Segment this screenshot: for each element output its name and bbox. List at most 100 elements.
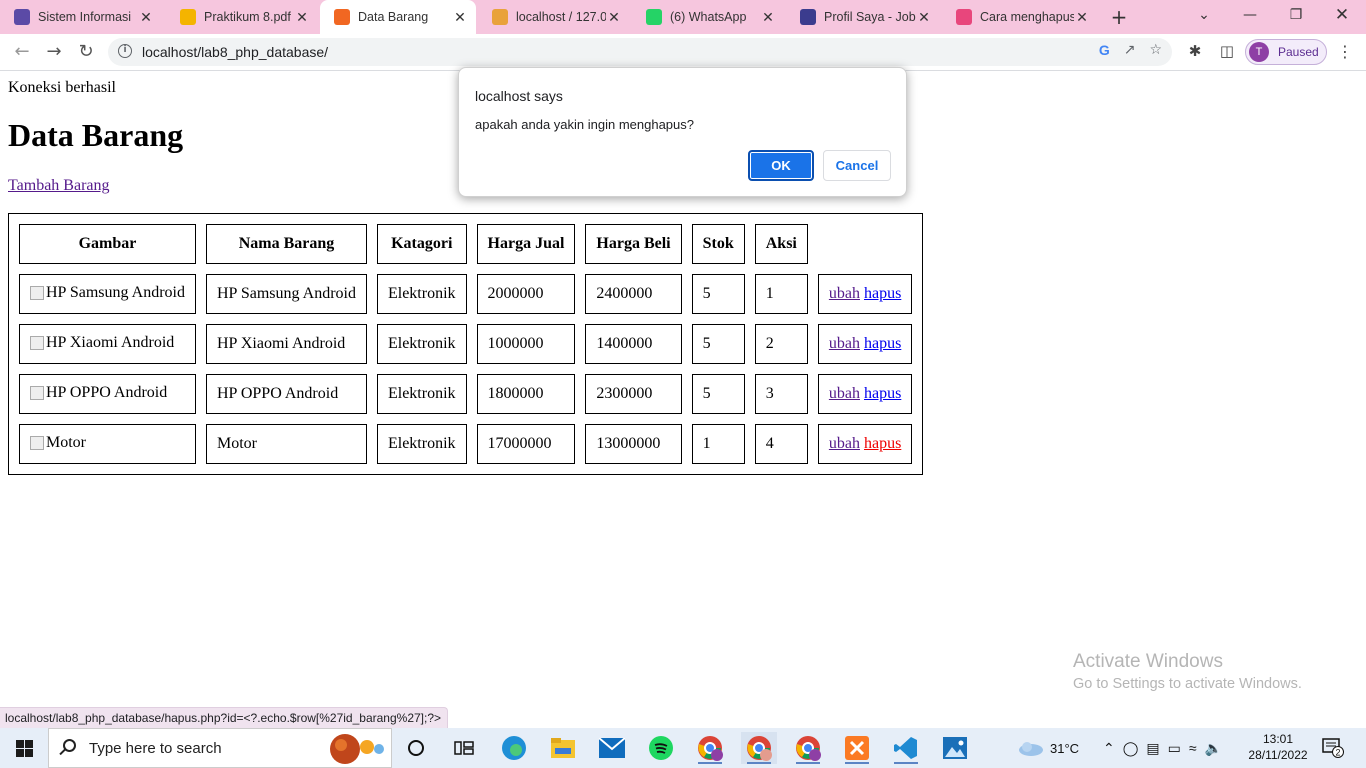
browser-tab[interactable]: (6) WhatsApp ✕	[632, 0, 784, 34]
spotify-icon[interactable]	[643, 732, 679, 764]
bookmark-star-icon[interactable]: ☆	[1149, 42, 1162, 58]
delete-link[interactable]: hapus	[864, 285, 901, 302]
items-table: Gambar Nama Barang Katagori Harga Jual H…	[8, 213, 924, 475]
battery-icon[interactable]: ▭	[1168, 740, 1181, 757]
edge-icon[interactable]	[496, 732, 532, 764]
status-bar-url: localhost/lab8_php_database/hapus.php?id…	[0, 707, 449, 729]
connection-status: Koneksi berhasil	[8, 79, 116, 96]
edit-link[interactable]: ubah	[829, 285, 860, 302]
tab-close-icon[interactable]: ✕	[606, 9, 622, 26]
cell-katagori: Elektronik	[376, 374, 467, 414]
tab-favicon-icon	[180, 9, 196, 25]
google-translate-icon[interactable]: G	[1099, 42, 1110, 58]
chrome-profile-2-icon[interactable]	[741, 732, 777, 764]
taskbar-search[interactable]: Type here to search	[48, 728, 392, 768]
wifi-icon[interactable]: ≈	[1189, 740, 1197, 756]
notification-center-icon[interactable]: 2	[1322, 738, 1344, 758]
site-info-icon[interactable]: i	[118, 44, 132, 58]
browser-tab[interactable]: Sistem Informasi ✕	[0, 0, 162, 34]
cell-aksi: ubah hapus	[817, 324, 913, 364]
tab-title: Sistem Informasi	[38, 10, 132, 24]
forward-icon[interactable]: →	[41, 39, 67, 65]
browser-tab[interactable]: Data Barang ✕	[320, 0, 476, 34]
tab-close-icon[interactable]: ✕	[760, 9, 776, 26]
chrome-profile-1-icon[interactable]	[692, 732, 728, 764]
cell-id: 1	[754, 274, 808, 314]
cell-harga-jual: 1000000	[476, 324, 576, 364]
tab-close-icon[interactable]: ✕	[452, 9, 468, 26]
xampp-icon[interactable]	[839, 732, 875, 764]
tab-favicon-icon	[956, 9, 972, 25]
cell-nama-barang: HP OPPO Android	[205, 374, 367, 414]
dialog-title: localhost says	[475, 88, 563, 104]
tab-close-icon[interactable]: ✕	[294, 9, 310, 26]
tab-close-icon[interactable]: ✕	[916, 9, 932, 26]
cell-katagori: Elektronik	[376, 324, 467, 364]
ok-button[interactable]: OK	[748, 150, 814, 181]
profile-button[interactable]: T Paused	[1245, 39, 1327, 65]
extensions-icon[interactable]: ✱	[1185, 42, 1205, 60]
task-view-icon[interactable]	[446, 732, 482, 764]
browser-tab[interactable]: localhost / 127.0 ✕	[478, 0, 630, 34]
back-icon[interactable]: ←	[9, 39, 35, 65]
header-katagori: Katagori	[376, 224, 467, 264]
cell-stok: 1	[691, 424, 745, 464]
tab-close-icon[interactable]: ✕	[138, 9, 154, 26]
table-header-row: Gambar Nama Barang Katagori Harga Jual H…	[19, 224, 912, 264]
mail-icon[interactable]	[594, 732, 630, 764]
vscode-icon[interactable]	[888, 732, 924, 764]
speaker-phone-icon[interactable]: ▤	[1146, 740, 1159, 757]
edit-link[interactable]: ubah	[829, 435, 860, 452]
image-alt-text: HP Samsung Android	[46, 283, 185, 301]
address-url[interactable]: localhost/lab8_php_database/	[142, 44, 328, 60]
tab-favicon-icon	[800, 9, 816, 25]
volume-icon[interactable]: 🔈	[1205, 740, 1222, 757]
cell-katagori: Elektronik	[376, 424, 467, 464]
chrome-profile-3-icon[interactable]	[790, 732, 826, 764]
photos-icon[interactable]	[937, 732, 973, 764]
profile-status: Paused	[1278, 45, 1319, 59]
broken-image: HP Samsung Android	[30, 284, 185, 302]
cell-harga-beli: 2300000	[585, 374, 682, 414]
weather-widget[interactable]: 31°C	[1016, 728, 1079, 768]
clock[interactable]: 13:01 28/11/2022	[1248, 731, 1308, 763]
tab-close-icon[interactable]: ✕	[1074, 9, 1090, 26]
delete-link[interactable]: hapus	[864, 335, 901, 352]
tab-favicon-icon	[646, 9, 662, 25]
image-alt-text: Motor	[46, 433, 86, 451]
share-icon[interactable]: ↗	[1124, 42, 1136, 58]
browser-tab[interactable]: Cara menghapus ✕	[942, 0, 1098, 34]
cortana-icon[interactable]	[398, 732, 434, 764]
restore-button[interactable]: ❐	[1273, 0, 1319, 30]
browser-tab[interactable]: Profil Saya - Jobs ✕	[786, 0, 940, 34]
broken-image-icon	[30, 285, 44, 300]
cell-nama-barang: Motor	[205, 424, 367, 464]
delete-link[interactable]: hapus	[864, 435, 901, 452]
menu-icon[interactable]: ⋮	[1335, 42, 1355, 61]
browser-tab[interactable]: Praktikum 8.pdf - ✕	[166, 0, 318, 34]
new-tab-button[interactable]: +	[1108, 6, 1130, 28]
side-panel-icon[interactable]: ◫	[1217, 42, 1237, 60]
edit-link[interactable]: ubah	[829, 335, 860, 352]
cell-nama-barang: HP Samsung Android	[205, 274, 367, 314]
minimize-button[interactable]: —	[1227, 0, 1273, 30]
cell-harga-beli: 2400000	[585, 274, 682, 314]
reload-icon[interactable]: ↻	[73, 39, 99, 65]
address-bar[interactable]: i localhost/lab8_php_database/ G ↗ ☆	[108, 38, 1172, 66]
close-window-button[interactable]: ✕	[1319, 0, 1365, 30]
header-aksi: Aksi	[754, 224, 808, 264]
network-alert-icon[interactable]: ◯	[1123, 740, 1139, 757]
file-explorer-icon[interactable]	[545, 732, 581, 764]
add-item-link[interactable]: Tambah Barang	[8, 177, 110, 195]
delete-link[interactable]: hapus	[864, 385, 901, 402]
header-harga-beli: Harga Beli	[585, 224, 682, 264]
cell-gambar: HP OPPO Android	[19, 374, 196, 414]
cell-gambar: HP Xiaomi Android	[19, 324, 196, 364]
tab-title: Data Barang	[358, 10, 429, 24]
edit-link[interactable]: ubah	[829, 385, 860, 402]
start-button[interactable]	[0, 728, 48, 768]
tab-search-icon[interactable]: ⌄	[1181, 0, 1227, 30]
table-row: Motor Motor Elektronik 17000000 13000000 1 4 ub…	[19, 424, 913, 464]
cancel-button[interactable]: Cancel	[823, 150, 891, 181]
chevron-up-icon[interactable]: ⌃	[1103, 740, 1115, 757]
